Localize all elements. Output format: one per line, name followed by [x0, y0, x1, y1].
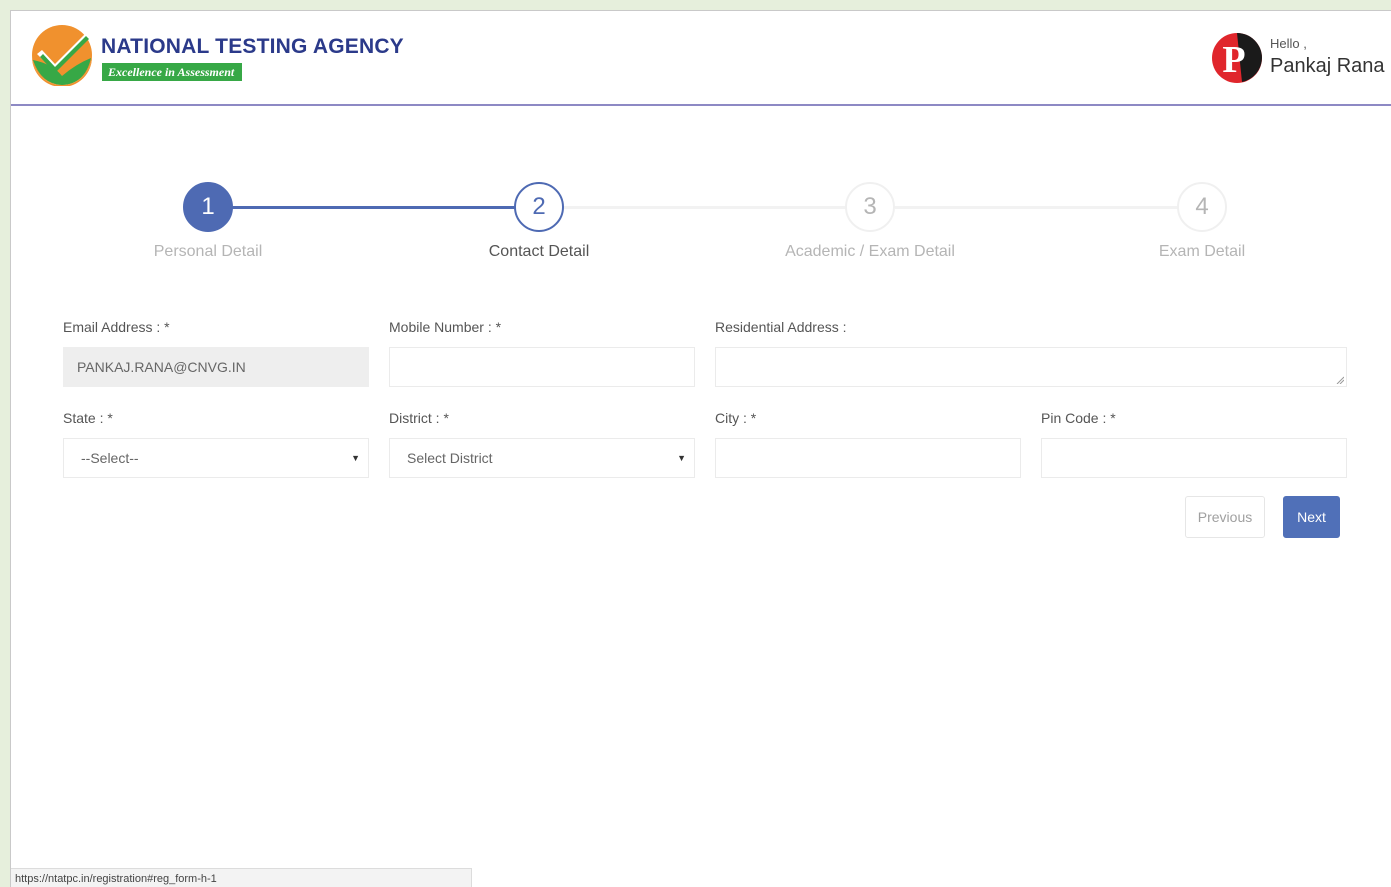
address-textarea[interactable]: [715, 347, 1347, 387]
nta-logo-icon: [32, 25, 92, 86]
user-avatar[interactable]: P: [1212, 28, 1262, 86]
pincode-label: Pin Code : *: [1041, 410, 1116, 426]
step-1-circle[interactable]: 1: [183, 182, 233, 232]
pincode-field[interactable]: [1041, 438, 1347, 478]
state-label: State : *: [63, 410, 113, 426]
brand-name: NATIONAL TESTING AGENCY: [101, 35, 404, 58]
district-label: District : *: [389, 410, 449, 426]
previous-button[interactable]: Previous: [1185, 496, 1265, 538]
avatar-letter: P: [1222, 39, 1245, 81]
page-frame: NATIONAL TESTING AGENCY Excellence in As…: [10, 10, 1391, 887]
stepper-line-upcoming: [563, 206, 869, 209]
state-select-value: --Select--: [81, 450, 139, 466]
city-field[interactable]: [715, 438, 1021, 478]
email-label: Email Address : *: [63, 319, 170, 335]
resize-grip-icon[interactable]: [1336, 376, 1344, 384]
greeting-text: Hello ,: [1270, 36, 1307, 51]
brand-tagline: Excellence in Assessment: [102, 63, 243, 81]
step-4-label: Exam Detail: [1158, 243, 1246, 260]
step-4-circle[interactable]: 4: [1177, 182, 1227, 232]
browser-status-url: https://ntatpc.in/registration#reg_form-…: [11, 868, 472, 887]
mobile-label: Mobile Number : *: [389, 319, 502, 335]
step-3-label: Academic / Exam Detail: [785, 243, 955, 260]
state-select[interactable]: --Select-- ▼: [63, 438, 369, 478]
next-button[interactable]: Next: [1283, 496, 1340, 538]
address-label: Residential Address :: [715, 319, 847, 335]
user-name: Pankaj Rana: [1270, 55, 1385, 77]
email-field[interactable]: PANKAJ.RANA@CNVG.IN: [63, 347, 369, 387]
district-select-value: Select District: [407, 450, 493, 466]
step-2-circle[interactable]: 2: [514, 182, 564, 232]
city-label: City : *: [715, 410, 757, 426]
step-2-label: Contact Detail: [488, 243, 590, 260]
stepper-progress-line: [208, 206, 538, 209]
step-1-label: Personal Detail: [153, 243, 263, 260]
stepper-line-upcoming: [895, 206, 1201, 209]
mobile-field[interactable]: [389, 347, 695, 387]
dropdown-caret-icon: ▼: [677, 453, 686, 463]
step-3-circle[interactable]: 3: [845, 182, 895, 232]
dropdown-caret-icon: ▼: [351, 453, 360, 463]
district-select[interactable]: Select District ▼: [389, 438, 695, 478]
site-header: NATIONAL TESTING AGENCY Excellence in As…: [11, 11, 1391, 106]
